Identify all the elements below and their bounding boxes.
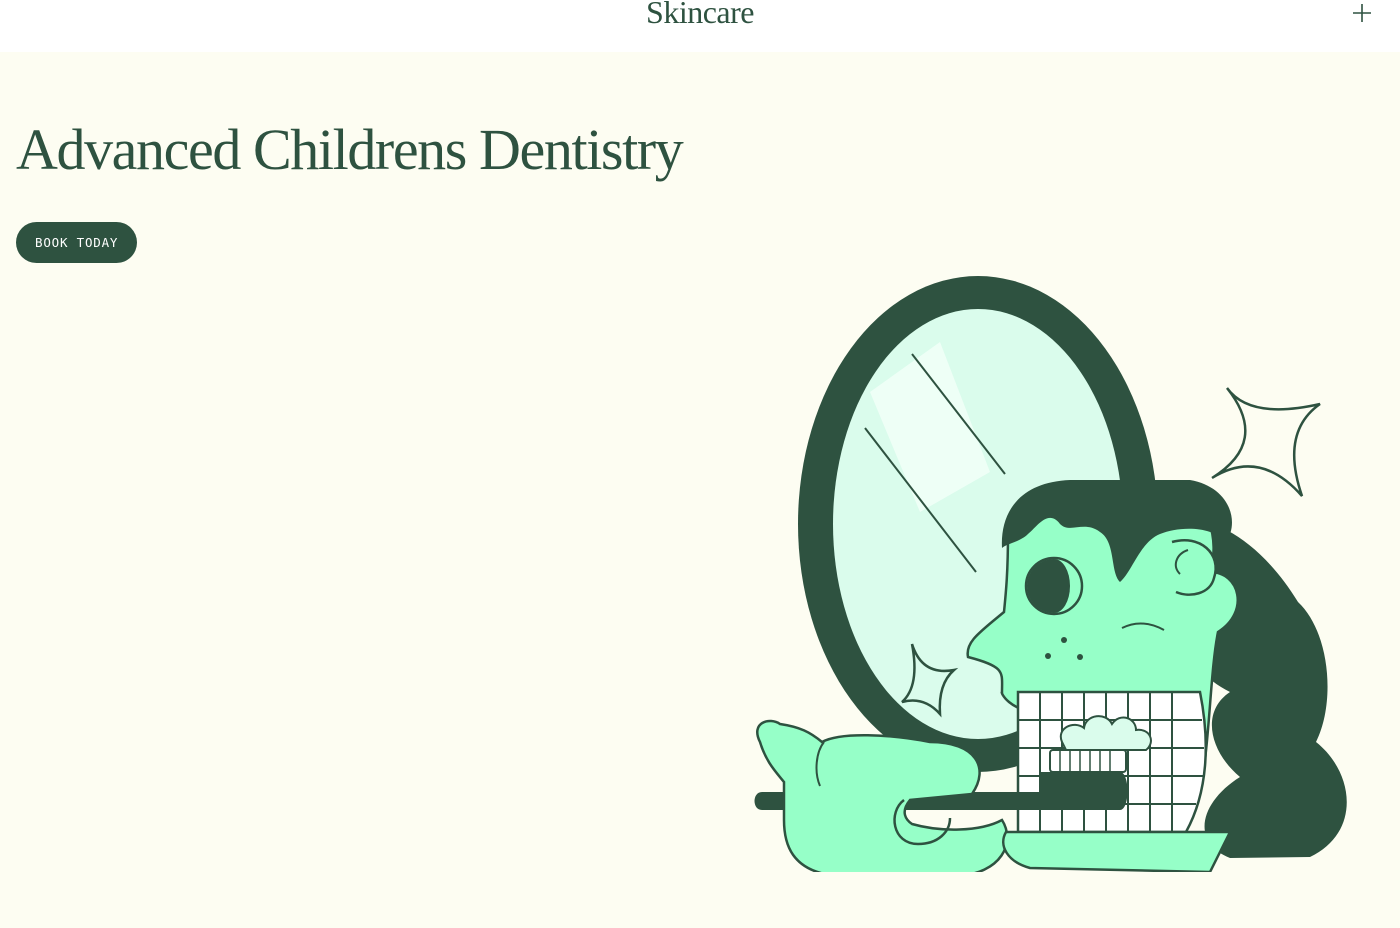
toothbrush-bristles <box>1049 749 1127 773</box>
brand-logo[interactable]: Skincare <box>0 0 1400 32</box>
plus-icon <box>1353 4 1371 22</box>
book-today-button[interactable]: BOOK TODAY <box>16 222 138 263</box>
site-header: Skincare <box>0 0 1400 52</box>
menu-button[interactable] <box>1348 0 1376 28</box>
eye-icon <box>1024 556 1084 616</box>
sparkle-icon <box>1211 387 1321 497</box>
child-brushing-teeth-illustration <box>754 276 1347 872</box>
right-hand-shape <box>1002 830 1233 872</box>
hero-section: Advanced Childrens Dentistry BOOK TODAY <box>0 52 1400 928</box>
page-title: Advanced Childrens Dentistry <box>16 117 684 182</box>
